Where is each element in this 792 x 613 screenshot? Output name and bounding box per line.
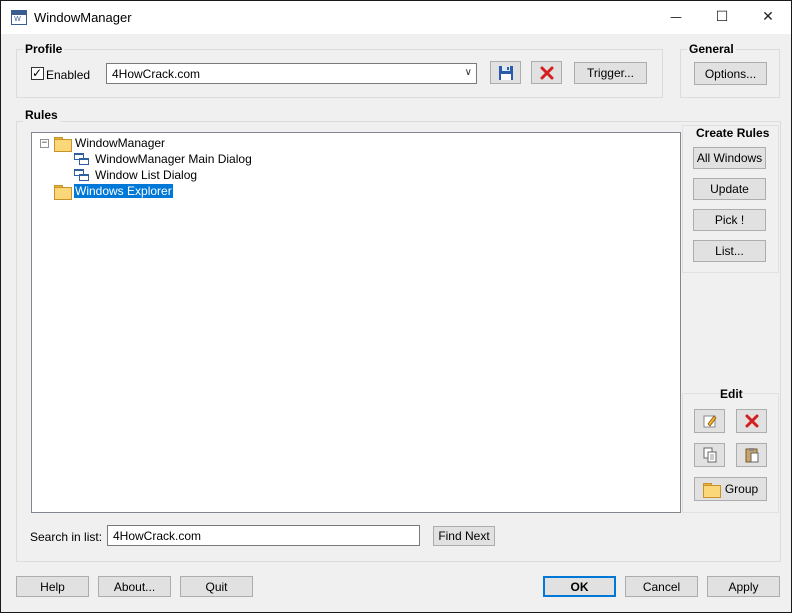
- folder-icon: [54, 136, 72, 152]
- help-button[interactable]: Help: [16, 576, 89, 597]
- delete-x-icon: [745, 414, 758, 428]
- folder-icon: [54, 184, 72, 200]
- minimize-icon: —: [670, 10, 682, 24]
- edit-pencil-icon: [703, 415, 717, 428]
- enabled-label: Enabled: [46, 68, 91, 82]
- delete-rule-button[interactable]: [736, 409, 767, 433]
- tree-item-main-dialog[interactable]: WindowManager Main Dialog: [74, 151, 253, 167]
- find-next-button[interactable]: Find Next: [433, 526, 495, 546]
- profile-combobox-value: 4HowCrack.com: [112, 67, 201, 81]
- general-group-title: General: [687, 42, 736, 56]
- cancel-button[interactable]: Cancel: [625, 576, 698, 597]
- group-button[interactable]: Group: [694, 477, 767, 501]
- delete-profile-button[interactable]: [531, 61, 562, 84]
- tree-item-label: Window List Dialog: [95, 168, 198, 182]
- group-button-label: Group: [724, 482, 759, 496]
- save-profile-button[interactable]: [490, 61, 521, 84]
- apply-button[interactable]: Apply: [707, 576, 780, 597]
- folder-icon: [702, 482, 721, 498]
- app-window: W WindowManager — ☐ ✕ Profile ✓ Enabled …: [0, 0, 792, 613]
- search-label: Search in list:: [30, 530, 103, 544]
- window-icon: [74, 152, 90, 166]
- edit-title: Edit: [720, 387, 743, 401]
- title-bar[interactable]: W WindowManager — ☐ ✕: [1, 1, 791, 34]
- window-icon: [74, 168, 90, 182]
- update-button[interactable]: Update: [693, 178, 766, 200]
- tree-item-label: Windows Explorer: [74, 184, 173, 198]
- edit-rule-button[interactable]: [694, 409, 725, 433]
- create-rules-title: Create Rules: [696, 126, 770, 140]
- profile-group-title: Profile: [23, 42, 65, 56]
- search-input[interactable]: 4HowCrack.com: [107, 525, 420, 546]
- minimize-button[interactable]: —: [653, 1, 699, 33]
- maximize-icon: ☐: [715, 9, 729, 25]
- window-title: WindowManager: [34, 10, 132, 25]
- enabled-checkbox[interactable]: ✓: [31, 66, 44, 80]
- about-button[interactable]: About...: [98, 576, 171, 597]
- tree-item-windows-explorer[interactable]: Windows Explorer: [54, 183, 173, 200]
- close-button[interactable]: ✕: [745, 1, 791, 33]
- red-x-icon: [540, 66, 553, 79]
- ok-button[interactable]: OK: [543, 576, 616, 597]
- trigger-button[interactable]: Trigger...: [574, 62, 647, 84]
- copy-icon: [703, 447, 716, 463]
- chevron-down-icon[interactable]: ∨: [465, 67, 472, 78]
- maximize-button[interactable]: ☐: [699, 1, 745, 33]
- paste-icon: [745, 448, 758, 463]
- pick-button[interactable]: Pick !: [693, 209, 766, 231]
- list-button[interactable]: List...: [693, 240, 766, 262]
- wm-app-icon: W: [11, 10, 27, 25]
- quit-button[interactable]: Quit: [180, 576, 253, 597]
- search-input-value: 4HowCrack.com: [113, 529, 202, 543]
- collapse-toggle[interactable]: −: [40, 139, 49, 148]
- tree-item-windowmanager[interactable]: WindowManager: [54, 135, 166, 152]
- rules-tree[interactable]: − WindowManager WindowManager Main Dialo…: [31, 132, 681, 513]
- floppy-disk-icon: [498, 65, 513, 80]
- check-icon: ✓: [32, 66, 43, 80]
- rules-group-title: Rules: [23, 108, 60, 122]
- tree-item-label: WindowManager: [75, 136, 166, 150]
- all-windows-button[interactable]: All Windows: [693, 147, 766, 169]
- profile-combobox[interactable]: 4HowCrack.com ∨: [106, 63, 477, 84]
- tree-item-window-list-dialog[interactable]: Window List Dialog: [74, 167, 198, 183]
- options-button[interactable]: Options...: [694, 62, 767, 85]
- paste-rule-button[interactable]: [736, 443, 767, 467]
- copy-rule-button[interactable]: [694, 443, 725, 467]
- tree-item-label: WindowManager Main Dialog: [95, 152, 252, 166]
- close-icon: ✕: [762, 9, 774, 25]
